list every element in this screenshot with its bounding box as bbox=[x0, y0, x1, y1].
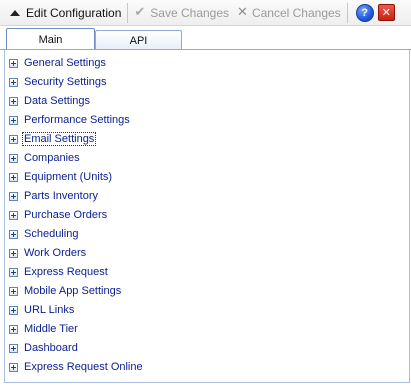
tree-item-label: Performance Settings bbox=[24, 114, 130, 126]
cancel-changes-button[interactable]: ✕ Cancel Changes bbox=[233, 2, 345, 24]
tree-item-equipment-units[interactable]: Equipment (Units) bbox=[9, 168, 113, 186]
tree-item-label: Express Request Online bbox=[24, 361, 143, 373]
help-icon[interactable]: ? bbox=[355, 3, 374, 22]
tree-item-label: URL Links bbox=[24, 304, 75, 316]
tree-item-middle-tier[interactable]: Middle Tier bbox=[9, 320, 79, 338]
tree-item-label: Parts Inventory bbox=[24, 190, 98, 202]
cancel-changes-label: Cancel Changes bbox=[251, 5, 341, 20]
expand-plus-icon[interactable] bbox=[9, 362, 18, 372]
expand-plus-icon[interactable] bbox=[9, 324, 18, 334]
expand-plus-icon[interactable] bbox=[9, 248, 18, 258]
save-changes-button[interactable]: ✔ Save Changes bbox=[130, 2, 233, 24]
tree-item-companies[interactable]: Companies bbox=[9, 149, 81, 167]
tree-item-label: Purchase Orders bbox=[24, 209, 108, 221]
close-icon[interactable]: ✕ bbox=[377, 4, 395, 21]
check-icon: ✔ bbox=[134, 5, 146, 20]
expand-plus-icon[interactable] bbox=[9, 134, 18, 144]
expand-plus-icon[interactable] bbox=[9, 153, 18, 163]
tree-item-purchase-orders[interactable]: Purchase Orders bbox=[9, 206, 108, 224]
tree-item-label: Security Settings bbox=[24, 76, 107, 88]
tree-item-security-settings[interactable]: Security Settings bbox=[9, 73, 108, 91]
save-changes-label: Save Changes bbox=[150, 5, 230, 20]
expand-plus-icon[interactable] bbox=[9, 115, 18, 125]
tree-item-url-links[interactable]: URL Links bbox=[9, 301, 75, 319]
toolbar-separator bbox=[346, 2, 348, 23]
tree-item-scheduling[interactable]: Scheduling bbox=[9, 225, 79, 243]
tree-item-label: Work Orders bbox=[24, 247, 87, 259]
tree-item-express-request-online[interactable]: Express Request Online bbox=[9, 358, 144, 376]
tab-api-label: API bbox=[129, 34, 148, 47]
expand-plus-icon[interactable] bbox=[9, 77, 18, 87]
tree-item-email-settings[interactable]: Email Settings bbox=[9, 130, 97, 148]
tree-item-work-orders[interactable]: Work Orders bbox=[9, 244, 87, 262]
expand-plus-icon[interactable] bbox=[9, 286, 18, 296]
tab-api[interactable]: API bbox=[95, 30, 182, 50]
configuration-tree: General Settings Security Settings Data … bbox=[4, 50, 410, 383]
tree-item-performance-settings[interactable]: Performance Settings bbox=[9, 111, 131, 129]
tree-item-express-request[interactable]: Express Request bbox=[9, 263, 109, 281]
tree-item-dashboard[interactable]: Dashboard bbox=[9, 339, 79, 357]
collapse-arrow-icon bbox=[10, 9, 20, 16]
expand-plus-icon[interactable] bbox=[9, 96, 18, 106]
tree-item-label: Middle Tier bbox=[24, 323, 78, 335]
expand-plus-icon[interactable] bbox=[9, 343, 18, 353]
tree-item-label: Dashboard bbox=[24, 342, 78, 354]
tab-main[interactable]: Main bbox=[6, 28, 95, 50]
tree-item-mobile-app-settings[interactable]: Mobile App Settings bbox=[9, 282, 122, 300]
edit-configuration-button[interactable]: Edit Configuration bbox=[0, 2, 125, 24]
expand-plus-icon[interactable] bbox=[9, 229, 18, 239]
tree-item-label: Express Request bbox=[24, 266, 108, 278]
expand-plus-icon[interactable] bbox=[9, 172, 18, 182]
tree-item-label: Scheduling bbox=[24, 228, 79, 240]
tree-item-label: Companies bbox=[24, 152, 80, 164]
tab-main-label: Main bbox=[38, 33, 63, 46]
tab-strip: Main API bbox=[0, 26, 411, 50]
expand-plus-icon[interactable] bbox=[9, 58, 18, 68]
tree-item-general-settings[interactable]: General Settings bbox=[9, 54, 107, 72]
edit-configuration-label: Edit Configuration bbox=[26, 5, 122, 20]
cancel-x-icon: ✕ bbox=[237, 5, 248, 20]
tree-item-label: Mobile App Settings bbox=[24, 285, 122, 297]
expand-plus-icon[interactable] bbox=[9, 267, 18, 277]
expand-plus-icon[interactable] bbox=[9, 305, 18, 315]
tree-item-label: Email Settings bbox=[21, 132, 97, 146]
tree-item-label: Equipment (Units) bbox=[24, 171, 113, 183]
tree-item-label: General Settings bbox=[24, 57, 106, 69]
tree-item-data-settings[interactable]: Data Settings bbox=[9, 92, 91, 110]
expand-plus-icon[interactable] bbox=[9, 210, 18, 220]
tree-item-label: Data Settings bbox=[24, 95, 91, 107]
tree-item-parts-inventory[interactable]: Parts Inventory bbox=[9, 187, 99, 205]
expand-plus-icon[interactable] bbox=[9, 191, 18, 201]
toolbar-separator bbox=[127, 2, 129, 23]
toolbar: Edit Configuration ✔ Save Changes ✕ Canc… bbox=[0, 0, 411, 26]
